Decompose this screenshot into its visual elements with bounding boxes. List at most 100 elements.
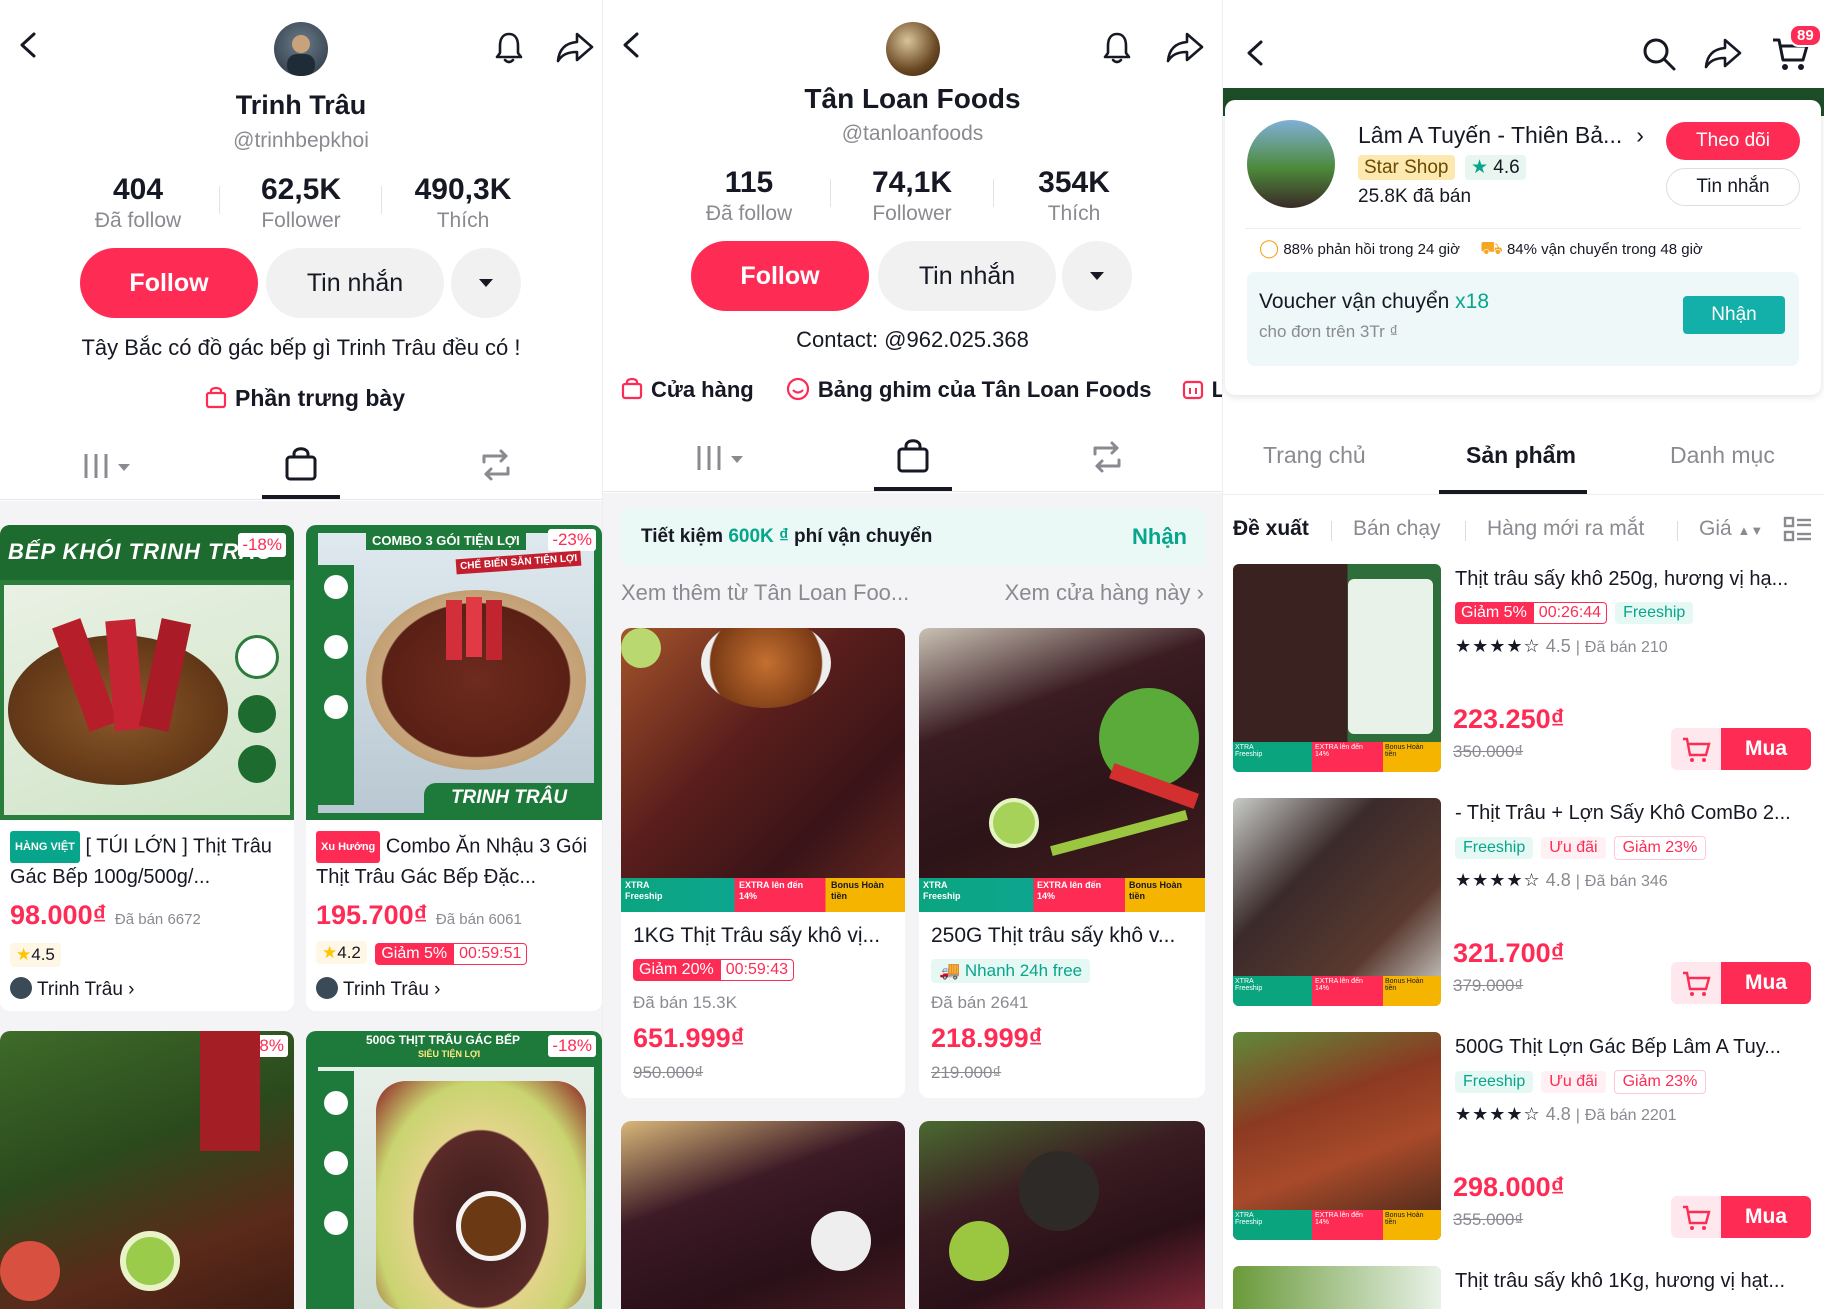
tab-videos-grid-icon[interactable] [82, 450, 138, 482]
freeship-chip: Freeship [1615, 602, 1694, 624]
rating-row: ★★★★☆ 4.8 | Đã bán 346 [1455, 870, 1668, 890]
truck-icon: ⛟ [1480, 238, 1503, 258]
claim-button[interactable]: Nhận [1132, 524, 1187, 550]
share-icon[interactable] [555, 30, 595, 66]
tab-shop-bag-icon[interactable] [284, 446, 318, 482]
buy-controls: Mua [1671, 962, 1811, 1004]
filter-recommended[interactable]: Đề xuất [1233, 517, 1309, 541]
share-icon[interactable] [1703, 36, 1743, 72]
product-card[interactable]: COMBO 3 GÓI TIỆN LỢI -23% CHẾ BIẾN SẴN T… [306, 525, 602, 1011]
cart-plus-icon [1683, 737, 1711, 762]
freeship-chip: Freeship [1455, 1071, 1534, 1093]
claim-voucher-button[interactable]: Nhận [1683, 296, 1785, 334]
promo-badge: Giảm 5% [1455, 602, 1533, 624]
product-title: Thịt trâu sấy khô 250g, hương vị hạ... [1455, 568, 1789, 590]
star-icon: ★ [322, 943, 338, 962]
tab-videos-grid-icon[interactable] [695, 442, 751, 474]
list-item[interactable]: XTRA Freeship EXTRA lên đến 14% Bonus Ho… [1223, 796, 1824, 1030]
shop-name-link[interactable]: Lâm A Tuyến - Thiên Bả... › [1358, 122, 1644, 149]
profile-tabs [603, 422, 1222, 492]
link-store[interactable]: Cửa hàng [621, 377, 754, 402]
product-card[interactable]: -18% [0, 1031, 294, 1309]
list-item[interactable]: XTRA Freeship EXTRA lên đến 14% Bonus Ho… [1223, 562, 1824, 796]
back-arrow-icon[interactable] [617, 30, 647, 60]
profile-avatar[interactable] [886, 22, 940, 76]
fast-ship-badge: 🚚 Nhanh 24h free [931, 959, 1091, 983]
discount-chip: Giảm 23% [1613, 1070, 1707, 1094]
product-card[interactable]: BẾP KHÓI TRINH TRÂU -18% HÀNG VIỆT [ TÚI… [0, 525, 294, 1011]
bell-icon[interactable] [493, 30, 525, 66]
follow-button[interactable]: Follow [80, 248, 258, 318]
tab-products[interactable]: Sản phẩm [1466, 442, 1576, 469]
buy-button[interactable]: Mua [1721, 1196, 1811, 1238]
shop-avatar[interactable] [1247, 120, 1335, 208]
product-card[interactable]: XTRA Freeship EXTRA lên đến 14% Bonus Ho… [621, 628, 905, 1098]
list-item[interactable]: XTRA Freeship EXTRA lên đến 14% Bonus Ho… [1223, 1030, 1824, 1264]
showcase-link[interactable]: Phần trưng bày [205, 385, 405, 412]
tab-active-indicator [874, 487, 952, 491]
list-item[interactable]: Thịt trâu sấy khô 1Kg, hương vị hạt... [1223, 1264, 1824, 1309]
shipping-voucher-banner[interactable]: Tiết kiệm 600K ₫ phí vận chuyển Nhận [621, 508, 1205, 566]
stat-followers[interactable]: 62,5K Follower [226, 173, 376, 233]
share-icon[interactable] [1165, 30, 1205, 66]
contact-text: Contact: @962.025.368 [796, 327, 1029, 352]
tab-repost-icon[interactable] [1089, 440, 1125, 474]
rating: ★4.2 [316, 941, 367, 964]
rating: ★4.5 [10, 943, 61, 967]
buy-button[interactable]: Mua [1721, 962, 1811, 1004]
countdown-timer: 00:59:51 [453, 943, 528, 965]
shop-sold-count: 25.8K đã bán [1358, 186, 1472, 207]
buy-button[interactable]: Mua [1721, 728, 1811, 770]
profile-handle: @tanloanfoods [841, 122, 984, 145]
original-price: 355.000₫ [1453, 1210, 1524, 1229]
message-shop-button[interactable]: Tin nhắn [1666, 168, 1800, 206]
stat-likes[interactable]: 354K Thích [999, 166, 1149, 226]
tab-repost-icon[interactable] [478, 448, 514, 482]
tab-home[interactable]: Trang chủ [1263, 442, 1366, 469]
product-price: 321.700₫ [1453, 938, 1565, 968]
list-view-icon[interactable] [1783, 515, 1813, 545]
product-price: 218.999₫ [931, 1023, 1043, 1053]
stat-divider [830, 179, 831, 207]
message-button[interactable]: Tin nhắn [878, 241, 1056, 311]
link-pinboard[interactable]: Bảng ghim của Tân Loan Foods [786, 377, 1152, 402]
add-to-cart-button[interactable] [1671, 728, 1721, 770]
stat-following[interactable]: 404 Đã follow [63, 173, 213, 233]
follow-button[interactable]: Follow [691, 241, 869, 311]
bell-icon[interactable] [1101, 30, 1133, 66]
voucher-box[interactable]: Voucher vận chuyển x18 cho đơn trên 3Tr … [1247, 272, 1799, 366]
product-card[interactable] [621, 1121, 905, 1309]
filter-new[interactable]: Hàng mới ra mắt [1487, 517, 1644, 541]
stat-following[interactable]: 115 Đã follow [674, 166, 824, 226]
stat-divider [381, 186, 382, 214]
more-options-button[interactable] [1062, 241, 1132, 311]
shopping-bag-icon [205, 386, 227, 409]
product-card[interactable]: XTRA Freeship EXTRA lên đến 14% Bonus Ho… [919, 628, 1205, 1098]
message-button[interactable]: Tin nhắn [266, 248, 444, 318]
product-title: 250G Thịt trâu sấy khô v... [931, 924, 1176, 947]
search-icon[interactable] [1641, 36, 1677, 72]
filter-price[interactable]: Giá ▲▼ [1699, 517, 1763, 541]
stat-likes[interactable]: 490,3K Thích [388, 173, 538, 233]
profile-avatar[interactable] [274, 22, 328, 76]
discount-badge: -18% [548, 1035, 596, 1057]
shop-link[interactable]: Trinh Trâu › [316, 977, 441, 1001]
back-arrow-icon[interactable] [14, 30, 44, 60]
star-icon: ★ [16, 945, 32, 964]
back-arrow-icon[interactable] [1241, 38, 1271, 68]
stat-followers[interactable]: 74,1K Follower [837, 166, 987, 226]
product-card[interactable]: 500G THỊT TRÂU GÁC BẾP SIÊU TIỆN LỢI -18… [306, 1031, 602, 1309]
product-grid: BẾP KHÓI TRINH TRÂU -18% HÀNG VIỆT [ TÚI… [0, 501, 602, 1309]
tab-categories[interactable]: Danh mục [1670, 442, 1775, 469]
see-shop-link[interactable]: Xem cửa hàng này › [1005, 580, 1204, 606]
link-live[interactable]: Li [1182, 377, 1222, 402]
follow-shop-button[interactable]: Theo dõi [1666, 122, 1800, 160]
shop-link[interactable]: Trinh Trâu › [10, 977, 135, 1001]
more-options-button[interactable] [451, 248, 521, 318]
tab-shop-bag-icon[interactable] [896, 438, 930, 474]
product-image: -18% [0, 1031, 294, 1309]
product-card[interactable] [919, 1121, 1205, 1309]
add-to-cart-button[interactable] [1671, 962, 1721, 1004]
filter-best-selling[interactable]: Bán chạy [1353, 517, 1441, 541]
add-to-cart-button[interactable] [1671, 1196, 1721, 1238]
